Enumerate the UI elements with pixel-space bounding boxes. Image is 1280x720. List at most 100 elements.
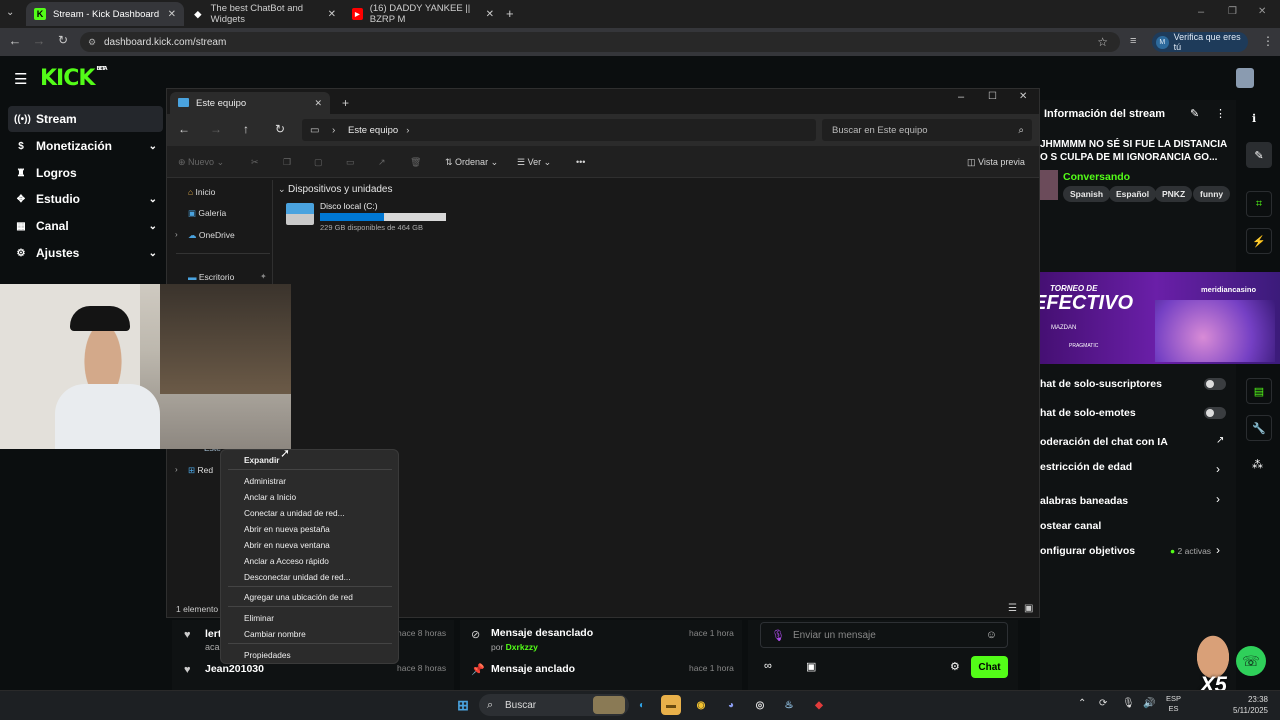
details-view-icon[interactable]: ☰ [1008,603,1017,614]
steam-icon[interactable]: ♨ [779,695,799,715]
sort-button[interactable]: ⇅ Ordenar ⌄ [445,157,498,168]
category-label[interactable]: Conversando [1063,171,1130,183]
menu-item-acceso-rapido[interactable]: Anclar a Acceso rápido [244,556,329,566]
bookmark-star-icon[interactable]: ☆ [1097,35,1108,49]
tray-sync-icon[interactable]: ⟳ [1099,698,1107,709]
infinity-icon[interactable]: ∞ [764,660,772,672]
menu-item-conectar-unidad[interactable]: Conectar a unidad de red... [244,508,345,518]
up-icon[interactable]: ↑ [243,122,249,136]
external-link-icon[interactable]: ↗ [1216,435,1224,446]
chat-settings-icon[interactable]: ⚙ [950,660,960,673]
menu-item-anclar-inicio[interactable]: Anclar a Inicio [244,492,296,502]
taskbar-search[interactable]: ⌕ Buscar [479,694,629,716]
close-tab-icon[interactable]: ✕ [328,9,336,20]
browser-menu-icon[interactable]: ⋮ [1262,34,1274,48]
explorer-maximize-icon[interactable]: ☐ [988,91,997,102]
sidebar-item-logros[interactable]: ♜ Logros [8,160,163,186]
new-tab-icon[interactable]: + [506,6,514,21]
section-header[interactable]: Dispositivos y unidades [288,184,393,195]
explorer-close-icon[interactable]: ✕ [1019,91,1027,102]
back-icon[interactable]: ← [6,33,24,48]
refresh-icon[interactable]: ↻ [275,122,285,136]
tab-chatbot[interactable]: ◆ The best ChatBot and Widgets ✕ [184,2,344,26]
explorer-tab[interactable]: Este equipo ✕ [170,92,330,114]
mic-icon[interactable]: 🎙 [771,629,785,642]
menu-item-nueva-ventana[interactable]: Abrir en nueva ventana [244,540,330,550]
address-bar[interactable]: ⚙ dashboard.kick.com/stream ☆ [80,32,1120,52]
setting-age-restriction[interactable]: estricción de edad [1040,461,1132,473]
close-tab-icon[interactable]: ✕ [168,9,176,20]
edit-tool-button[interactable]: ✎ [1246,142,1272,168]
lightning-tool-button[interactable]: ⚡ [1246,228,1272,254]
discord-icon[interactable]: ◕ [721,695,741,715]
chevron-right-icon[interactable]: › [175,465,178,474]
reading-list-icon[interactable]: ≡ [1130,35,1136,47]
back-icon[interactable]: ← [178,122,190,136]
nav-item-desktop[interactable]: ▬ Escritorio [188,272,234,282]
share-icon[interactable]: ⁂ [1252,458,1263,471]
setting-host-channel[interactable]: ostear canal [1040,520,1101,532]
copy-icon[interactable]: ❐ [283,157,291,168]
setting-banned-words[interactable]: alabras baneadas [1040,495,1128,507]
close-tab-icon[interactable]: ✕ [486,9,494,20]
view-button[interactable]: ☰ Ver ⌄ [517,157,551,168]
tab-search-chevron-icon[interactable]: ⌄ [6,7,14,18]
rename-icon[interactable]: ▭ [346,157,355,168]
forward-icon[interactable]: → [30,33,48,48]
taskbar-clock[interactable]: 23:38 5/11/2025 [1228,694,1268,716]
edit-pencil-icon[interactable]: ✎ [1190,107,1199,120]
tray-speaker-icon[interactable]: 🔊 [1143,698,1155,709]
activity-by-user[interactable]: Dxrkzzy [506,642,538,652]
share-icon[interactable]: ↗ [378,157,386,168]
nav-item-home[interactable]: ⌂ Inicio [188,187,215,197]
new-tab-icon[interactable]: + [342,96,349,110]
explorer-minimize-icon[interactable]: – [958,91,964,103]
restore-icon[interactable]: ❐ [1228,6,1237,17]
preview-pane-button[interactable]: ◫ Vista previa [967,157,1025,168]
dota-icon[interactable]: ◆ [809,695,829,715]
menu-item-administrar[interactable]: Administrar [244,476,286,486]
menu-item-desconectar-unidad[interactable]: Desconectar unidad de red... [244,572,351,582]
tray-mic-icon[interactable]: 🎙 [1122,698,1135,709]
kick-logo[interactable]: KICK BETA [40,66,108,91]
minimize-icon[interactable]: – [1198,6,1204,18]
sidebar-item-canal[interactable]: ▦ Canal ⌄ [8,213,163,239]
setting-ai-moderation[interactable]: oderación del chat con IA [1040,436,1168,448]
tab-kick-dashboard[interactable]: K Stream - Kick Dashboard ✕ [26,2,184,26]
hamburger-menu-icon[interactable]: ☰ [14,70,27,88]
ad-banner[interactable]: TORNEO DE EFECTIVO meridiancasino MAZDAN… [1005,272,1280,364]
chevron-down-icon[interactable]: ⌄ [278,184,286,195]
explorer-search-input[interactable]: Buscar en Este equipo ⌕ [822,119,1032,141]
reload-icon[interactable]: ↻ [54,33,72,47]
close-tab-icon[interactable]: ✕ [314,98,322,109]
forward-icon[interactable]: → [210,122,222,136]
edge-icon[interactable]: ◐ [632,695,652,715]
nav-item-gallery[interactable]: ▣ Galería [188,208,226,219]
profile-verify-chip[interactable]: M Verifica que eres tú [1152,32,1248,52]
user-avatar[interactable] [1236,68,1254,88]
tiles-view-icon[interactable]: ▣ [1024,603,1033,614]
menu-item-nueva-pestana[interactable]: Abrir en nueva pestaña [244,524,330,534]
more-options-icon[interactable]: ⋮ [1215,107,1226,120]
layout-tool-button[interactable]: ▤ [1246,378,1272,404]
obs-icon[interactable]: ◎ [750,695,770,715]
menu-item-expandir[interactable]: Expandir [244,455,280,465]
new-button[interactable]: ⊕ Nuevo ⌄ [178,157,224,168]
drive-item[interactable]: Disco local (C:) 229 GB disponibles de 4… [286,201,448,233]
close-window-icon[interactable]: ✕ [1258,6,1266,17]
sidebar-item-stream[interactable]: ((•)) Stream [8,106,163,132]
tab-youtube[interactable]: ▶ (16) DADDY YANKEE || BZRP M ✕ [344,2,502,26]
more-icon[interactable]: ••• [576,157,585,167]
paste-icon[interactable]: ▢ [314,157,323,168]
menu-item-cambiar-nombre[interactable]: Cambiar nombre [244,629,306,639]
info-icon[interactable]: ℹ [1252,112,1256,125]
sidebar-item-ajustes[interactable]: ⚙ Ajustes ⌄ [8,240,163,266]
chat-send-button[interactable]: Chat [971,656,1008,678]
setting-goals[interactable]: onfigurar objetivos [1040,545,1135,557]
nav-item-onedrive[interactable]: ☁ OneDrive [188,230,235,241]
nav-item-network[interactable]: ⊞ Red [188,465,213,476]
site-info-icon[interactable]: ⚙ [88,37,96,48]
sidebar-item-estudio[interactable]: ✥ Estudio ⌄ [8,186,163,212]
store-icon[interactable]: ▣ [806,660,816,673]
sidebar-item-monetizacion[interactable]: $ Monetización ⌄ [8,133,163,159]
